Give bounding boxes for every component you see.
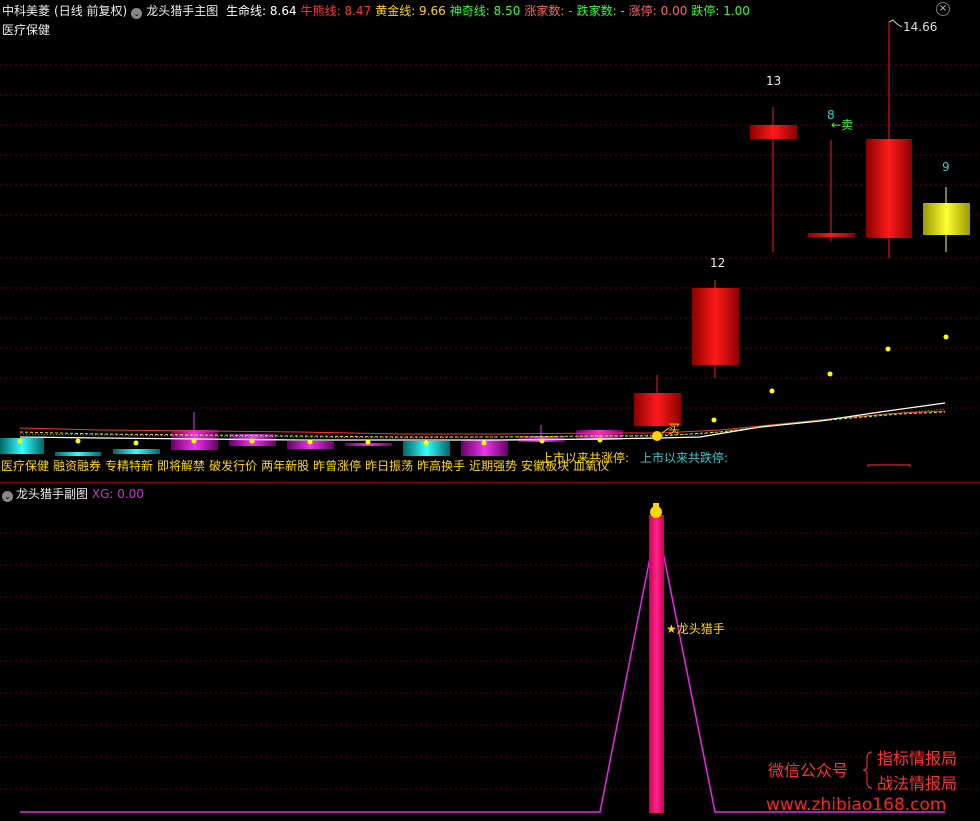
- concept-tag[interactable]: 两年新股: [261, 459, 309, 473]
- indicator-value-1: 牛熊线: 8.47: [300, 4, 372, 18]
- indicator-value-4: 涨家数: -: [524, 4, 573, 18]
- stock-name[interactable]: 中科美菱: [2, 4, 50, 18]
- xg-signal-bar: [649, 515, 664, 813]
- sell-signal: ←卖: [831, 118, 854, 132]
- main-candles: [634, 22, 970, 426]
- chart-header: 中科美菱 (日线 前复权) ⌄ 龙头猎手主图 生命线: 8.64 牛熊线: 8.47 黄金…: [2, 2, 758, 19]
- chevron-down-icon[interactable]: ⌄: [131, 8, 143, 19]
- concept-tag[interactable]: 昨高换手: [417, 459, 465, 473]
- watermark-wechat: 微信公众号: [768, 761, 849, 780]
- listing-down-count: 上市以来共跌停:: [640, 451, 729, 465]
- watermark-brand1: 指标情报局: [877, 749, 958, 768]
- candle-label-12: 12: [710, 256, 726, 270]
- signal-dots: [17, 334, 949, 446]
- indicator-value-3: 神奇线: 8.50: [449, 4, 521, 18]
- indicator-value-2: 黄金线: 9.66: [375, 4, 446, 18]
- concept-tag[interactable]: 昨曾涨停: [313, 459, 361, 473]
- indicator-value-0: 生命线: 8.64: [226, 4, 297, 18]
- sub-chart-header: ⌄ 龙头猎手副图 XG: 0.00: [2, 485, 144, 502]
- concept-tag[interactable]: 昨日振荡: [365, 459, 413, 473]
- pane-divider[interactable]: [0, 482, 980, 483]
- watermark-brand2: 战法情报局: [877, 774, 958, 793]
- sector-label: 医疗保健: [2, 23, 51, 37]
- buy-bag-icon: [652, 427, 670, 441]
- concept-tag[interactable]: 医疗保健: [1, 459, 49, 473]
- watermark-url: www.zhibiao168.com: [766, 795, 947, 815]
- indicator-value-6: 涨停: 0.00: [628, 4, 688, 18]
- close-icon[interactable]: ×: [936, 2, 950, 16]
- ma-lines: [19, 402, 946, 441]
- chart-period: (日线 前复权): [54, 4, 128, 18]
- indicator-name[interactable]: 龙头猎手主图: [146, 4, 218, 18]
- indicator-value-5: 跌家数: -: [576, 4, 625, 18]
- indicator-value-7: 跌停: 1.00: [691, 4, 750, 18]
- listing-up-count: 上市以来共涨停:: [541, 451, 630, 465]
- high-marker: [888, 19, 903, 28]
- concept-tag[interactable]: 破发行价: [209, 459, 257, 473]
- xg-value: 0.00: [117, 487, 144, 501]
- concept-tag[interactable]: 专精特新: [105, 459, 153, 473]
- concept-tag[interactable]: 近期强势: [469, 459, 517, 473]
- buy-signal: 买: [668, 422, 681, 436]
- concept-tag[interactable]: 即将解禁: [157, 459, 205, 473]
- candle-label-9: 9: [942, 160, 950, 174]
- sub-bag-icon: [650, 503, 662, 518]
- xg-label: XG:: [91, 487, 114, 501]
- box-marker: [867, 464, 911, 467]
- concept-tag-strip: 医疗保健 融资融券 专精特新 即将解禁 破发行价 两年新股 昨曾涨停 昨日振荡 昨高换手 近期强势…: [1, 457, 613, 474]
- dragon-hunter-signal: ★龙头猎手: [666, 622, 725, 636]
- sub-grid: [0, 532, 980, 790]
- concept-tag[interactable]: 融资融券: [53, 459, 101, 473]
- price-high: 14.66: [903, 20, 938, 34]
- indicator-values: 生命线: 8.64 牛熊线: 8.47 黄金线: 9.66 神奇线: 8.50 涨家数:…: [226, 4, 754, 18]
- sub-chart-title[interactable]: 龙头猎手副图: [16, 487, 88, 501]
- chevron-down-icon[interactable]: ⌄: [2, 491, 13, 502]
- candle-label-13: 13: [766, 74, 782, 88]
